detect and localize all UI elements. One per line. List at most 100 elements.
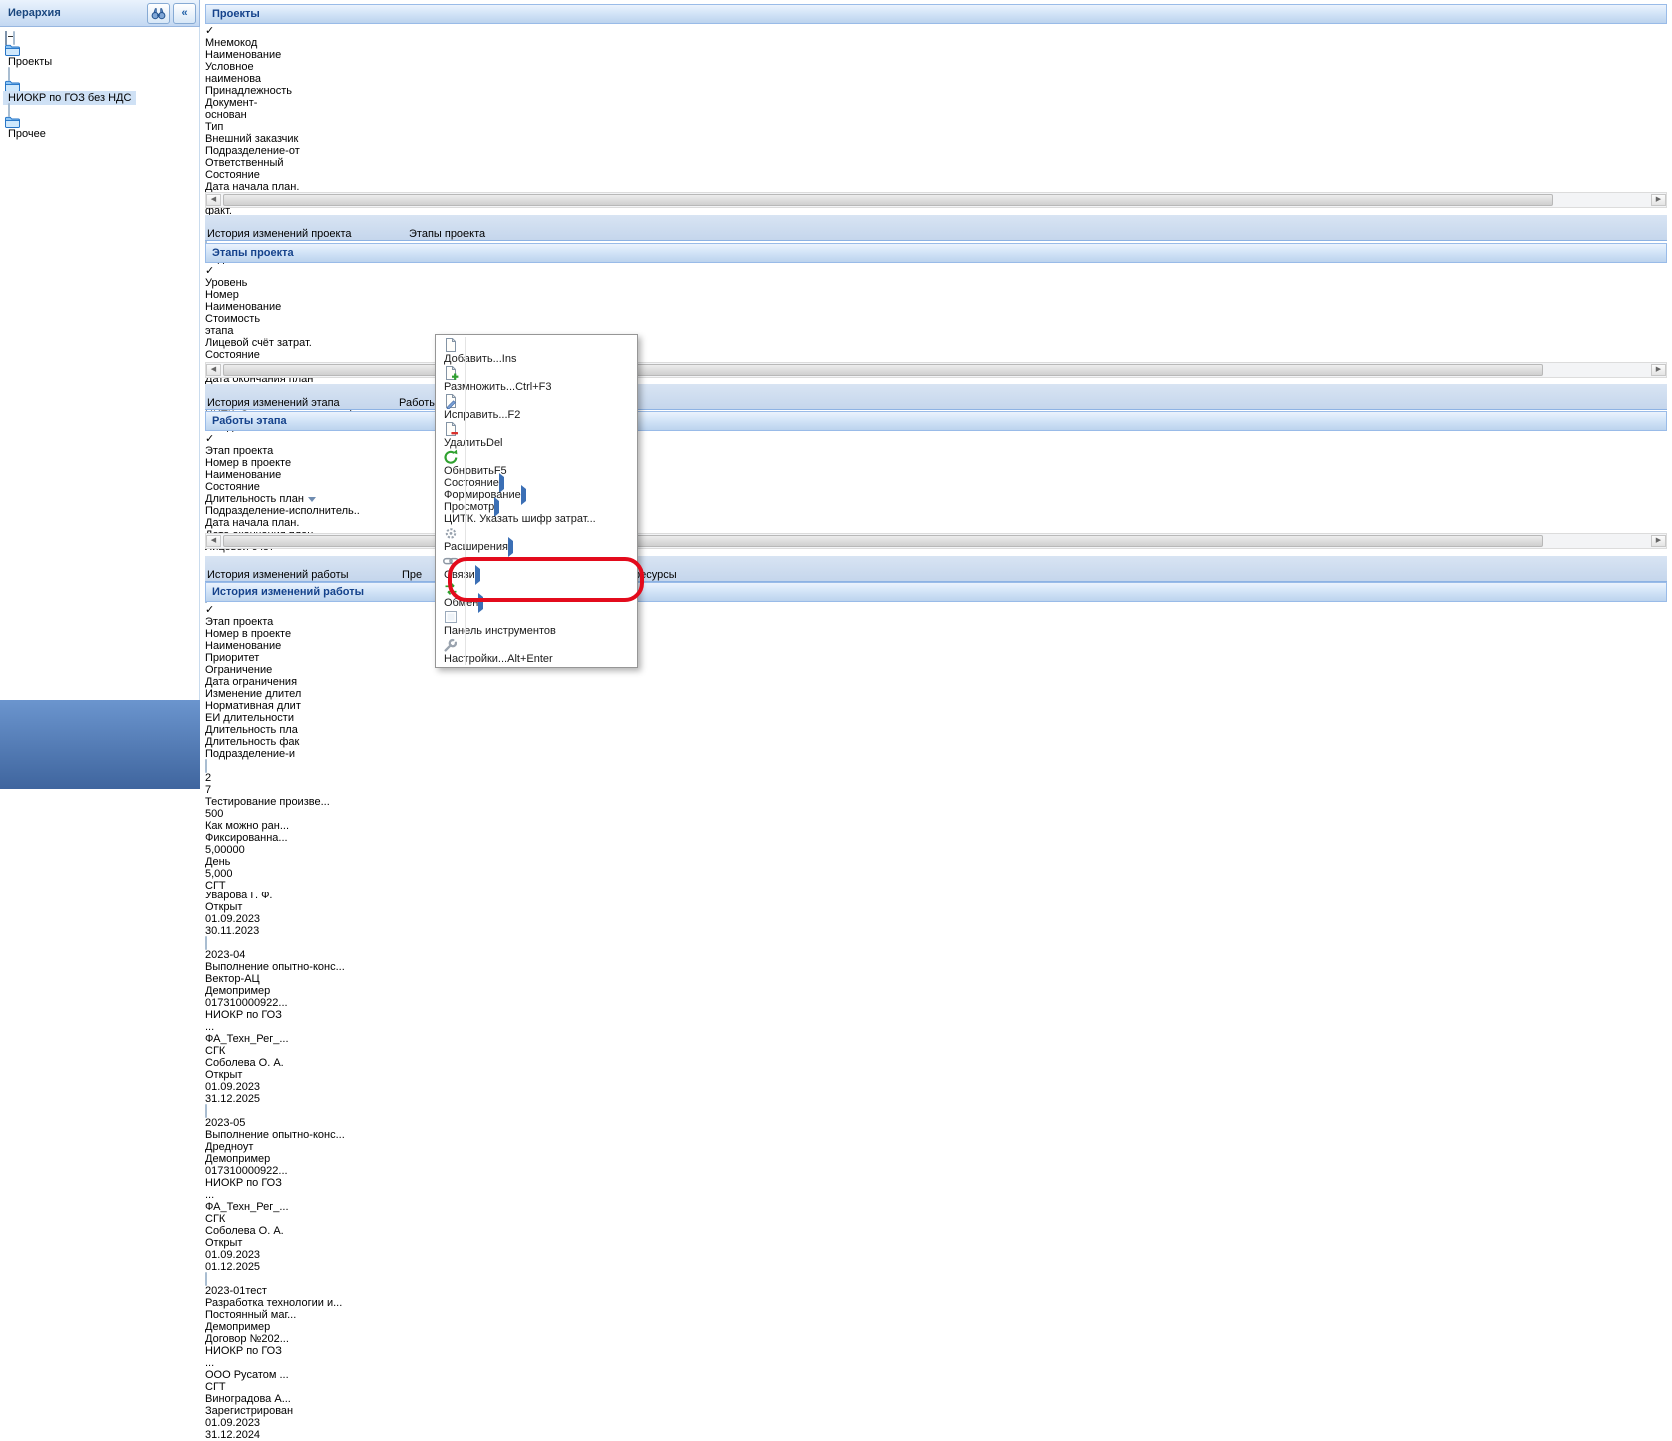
tree-expander-icon[interactable] [5,31,7,45]
column-header[interactable]: Изменение длител [205,688,304,700]
column-header[interactable]: Нормативная длит [205,700,304,712]
menu-item-19[interactable]: Настройки...Alt+Enter [436,637,637,665]
row-checkbox[interactable] [205,936,207,950]
menu-item-10[interactable]: Просмотр [436,501,637,513]
tab-2-2[interactable]: ресурсы [634,569,677,581]
menu-item-16[interactable]: Обмен [436,581,637,609]
cell[interactable]: 2023-01тест [205,1285,269,1297]
column-header[interactable]: Этап проекта [205,616,284,628]
column-header[interactable]: Номер в проекте [205,457,340,469]
scroll-right-icon[interactable]: ▶ [1651,364,1666,376]
cell[interactable]: Как можно ран... [205,820,304,832]
column-header[interactable]: Приоритет [205,652,307,664]
cell[interactable]: НИОКР по ГОЗ ... [205,1009,294,1033]
menu-item-0[interactable]: Добавить...Ins [436,337,637,365]
scroll-left-icon[interactable]: ◀ [206,364,221,376]
binoculars-icon[interactable] [147,3,170,24]
menu-item-18[interactable]: Панель инструментов [436,609,637,637]
column-header[interactable]: Этап проекта [205,445,284,457]
column-header[interactable]: Длительность фак [205,736,305,748]
cell[interactable]: 500 [205,808,307,820]
tree-checkbox[interactable] [13,31,15,45]
column-header[interactable]: Номер [205,289,267,301]
cell[interactable]: Выполнение опытно-конс... [205,1129,357,1141]
works-hscrollbar[interactable]: ◀ ▶ [205,533,1667,549]
column-header[interactable]: Длительность план [205,493,322,505]
cell[interactable]: СГК [205,1213,303,1225]
menu-item-7[interactable]: Состояние [436,477,637,489]
table-row[interactable]: 2023-01тестРазработка технологии и...Пос… [205,1273,1667,1441]
column-header[interactable]: Документ-основан [205,97,296,121]
cell[interactable]: СГТ [205,880,302,892]
cell[interactable]: 01.12.2025 [205,1261,298,1273]
collapse-left-icon[interactable]: « [173,3,196,24]
tree-item[interactable]: НИОКР по ГОЗ без НДС [0,68,199,104]
table-row[interactable]: 27Тестирование произве...500Как можно ра… [205,760,1667,892]
cell[interactable]: Зарегистрирован [205,1405,298,1417]
menu-item-12[interactable]: ЦИТК. Указать шифр затрат... [436,513,637,525]
column-header[interactable]: Подразделение-от [205,145,303,157]
column-header[interactable]: ✓ [205,24,231,37]
cell[interactable]: Договор №202... [205,1333,296,1345]
menu-item-8[interactable]: Формирование [436,489,637,501]
column-header[interactable]: ✓ [205,264,231,277]
column-header[interactable]: Лицевой счёт затрат. [205,337,333,349]
tree-item[interactable]: Проекты [0,32,199,68]
cell[interactable]: 2023-05 [205,1117,269,1129]
column-header[interactable]: Наименование [205,301,420,313]
cell[interactable]: День [205,856,305,868]
cell[interactable]: Вектор-АЦ [205,973,303,985]
cell[interactable]: НИОКР по ГОЗ ... [205,1345,294,1369]
column-header[interactable]: ✓ [205,603,231,616]
cell[interactable]: Дредноут [205,1141,303,1153]
cell[interactable]: СГТ [205,1381,303,1393]
column-header[interactable]: Состояние [205,169,298,181]
column-header[interactable]: Внешний заказчик [205,133,305,145]
cell[interactable]: Постоянный маг... [205,1309,303,1321]
column-header[interactable]: Условное наименова [205,61,303,85]
tab-0-1[interactable]: Этапы проекта [409,228,485,240]
cell[interactable]: Соболева О. А. [205,1057,292,1069]
cell[interactable]: 01.09.2023 [205,1249,300,1261]
cell[interactable]: 01.09.2023 [205,1081,300,1093]
scrollbar-thumb[interactable] [223,364,1543,376]
column-header[interactable]: Уровень [205,277,264,289]
cell[interactable]: Тестирование произве... [205,796,349,808]
cell[interactable]: Демопример [205,1153,300,1165]
row-checkbox[interactable] [205,759,207,773]
cell[interactable]: ФА_Техн_Рег_... [205,1033,305,1045]
tab-0-0[interactable]: История изменений проекта [207,228,407,240]
cell[interactable]: ООО Русатом ... [205,1369,305,1381]
cell[interactable]: СГК [205,1045,303,1057]
column-header[interactable]: Номер в проекте [205,628,340,640]
cell[interactable]: 017310000922... [205,997,296,1009]
cell[interactable]: Открыт [205,1237,298,1249]
cell[interactable] [205,1273,231,1285]
cell[interactable]: 01.09.2023 [205,1417,300,1429]
column-header[interactable]: Наименование [205,469,408,481]
scrollbar-thumb[interactable] [223,194,1553,206]
cell[interactable]: 5,000 [205,868,300,880]
cell[interactable]: ФА_Техн_Рег_... [205,1201,305,1213]
projects-hscrollbar[interactable]: ◀ ▶ [205,192,1667,208]
cell[interactable]: 2 [205,772,284,784]
cell[interactable] [205,1105,231,1117]
tab-1-0[interactable]: История изменений этапа [207,397,397,409]
column-header[interactable]: Стоимость этапа [205,313,290,337]
menu-item-14[interactable]: Расширения [436,525,637,553]
column-header[interactable]: Дата начала план. [205,517,303,529]
column-header[interactable]: Дата ограничения [205,676,299,688]
column-header[interactable]: Подразделение-и [205,748,302,760]
scroll-right-icon[interactable]: ▶ [1651,535,1666,547]
scroll-left-icon[interactable]: ◀ [206,535,221,547]
column-header[interactable]: Мнемокод [205,37,269,49]
cell[interactable]: 01.09.2023 [205,913,300,925]
stages-hscrollbar[interactable]: ◀ ▶ [205,362,1667,378]
menu-item-1[interactable]: Размножить...Ctrl+F3 [436,365,637,393]
tree-item[interactable]: Прочее [0,104,199,140]
menu-item-3[interactable]: УдалитьDel [436,421,637,449]
cell[interactable]: 017310000922... [205,1165,296,1177]
column-header[interactable]: Наименование [205,49,357,61]
column-header[interactable]: Наименование [205,640,349,652]
cell[interactable]: Демопример [205,1321,300,1333]
